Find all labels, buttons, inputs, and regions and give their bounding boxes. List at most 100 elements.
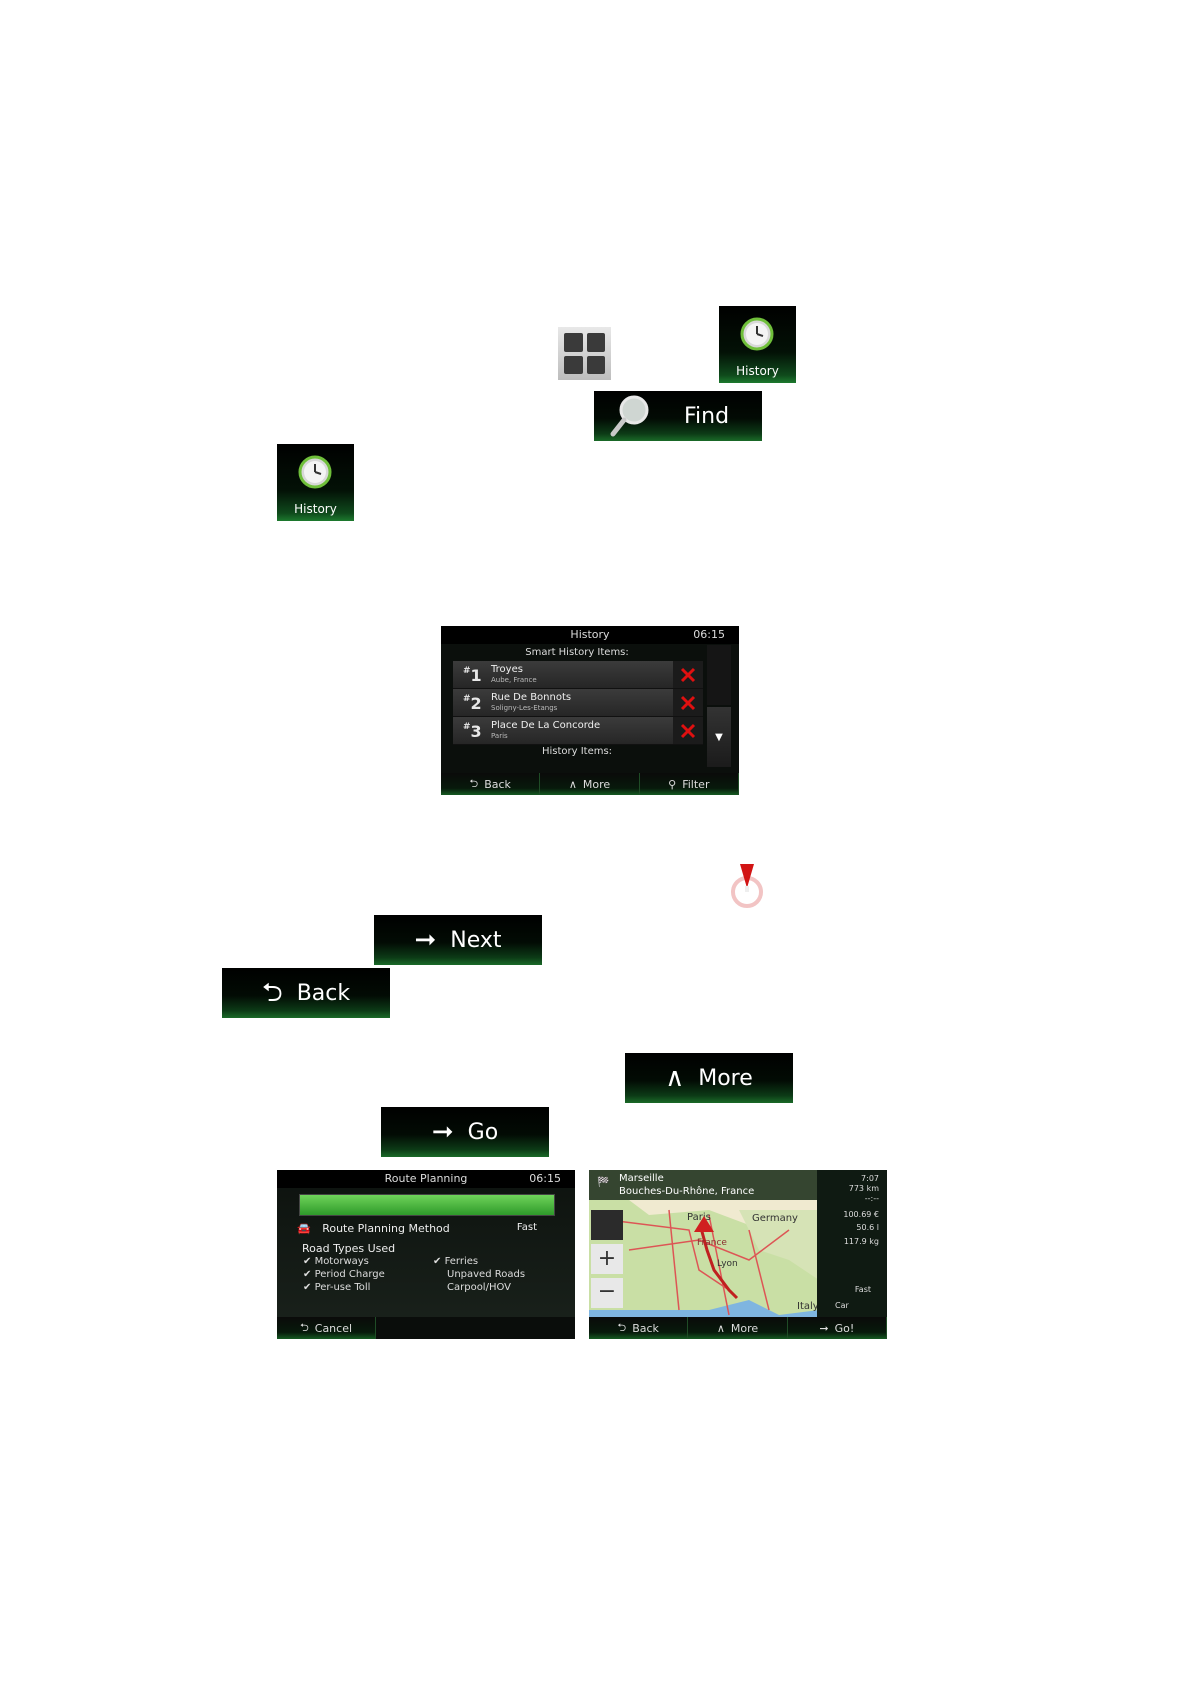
route-method-row[interactable]: 🚘 Route Planning Method Fast bbox=[297, 1222, 555, 1235]
list-item: ✔ Motorways bbox=[303, 1256, 369, 1267]
position-arrow-icon bbox=[694, 1216, 714, 1232]
distance-remaining: 773 km bbox=[848, 1184, 879, 1193]
list-item: ✔ Ferries bbox=[433, 1256, 479, 1267]
go-button[interactable]: ➞ Go bbox=[381, 1107, 549, 1157]
arrow-right-icon: ➞ bbox=[819, 1321, 829, 1335]
zoom-in-button[interactable]: + bbox=[591, 1244, 623, 1274]
next-label: Next bbox=[450, 927, 502, 953]
rank-number: #1 bbox=[463, 666, 482, 685]
delete-icon[interactable] bbox=[673, 689, 703, 716]
car-icon: 🚘 bbox=[297, 1222, 311, 1235]
back-arrow-icon: ⮌ bbox=[261, 978, 283, 1008]
find-button[interactable]: Find bbox=[594, 391, 762, 441]
more-label: More bbox=[698, 1065, 753, 1091]
item-subtitle: Aube, France bbox=[491, 676, 537, 684]
progress-bar bbox=[299, 1194, 555, 1216]
history-screen: History 06:15 Smart History Items: #1 Tr… bbox=[441, 626, 739, 795]
bottom-bar: ⮌ Back ∧ More ⚲ Filter bbox=[441, 773, 739, 795]
bottom-bar: ⮌ Cancel bbox=[277, 1317, 575, 1339]
scroll-up-button[interactable] bbox=[707, 645, 731, 705]
route-planning-screen: Route Planning 06:15 🚘 Route Planning Me… bbox=[277, 1170, 575, 1339]
zoom-out-button[interactable]: − bbox=[591, 1278, 623, 1308]
section-header: Smart History Items: bbox=[525, 647, 629, 658]
back-icon: ⮌ bbox=[299, 1320, 309, 1334]
stats-panel: 7:07 773 km --:-- 100.69 € 50.6 l 117.9 … bbox=[817, 1170, 887, 1317]
more-button[interactable]: ∧ More bbox=[540, 773, 640, 795]
chevron-up-icon: ∧ bbox=[716, 1321, 725, 1335]
clock-icon bbox=[298, 455, 332, 489]
back-button[interactable]: ⮌ Back bbox=[222, 968, 390, 1018]
delete-icon[interactable] bbox=[673, 661, 703, 688]
item-subtitle: Soligny-Les-Etangs bbox=[491, 704, 558, 712]
rank-number: #3 bbox=[463, 722, 482, 741]
more-button[interactable]: ∧ More bbox=[625, 1053, 793, 1103]
map-label-france: France bbox=[697, 1238, 727, 1248]
delete-icon[interactable] bbox=[673, 717, 703, 744]
list-item[interactable]: #3 Place De La Concorde Paris bbox=[453, 717, 703, 745]
map-pin-icon bbox=[731, 864, 763, 908]
menu-grid-icon[interactable] bbox=[558, 327, 611, 380]
bar-spacer bbox=[376, 1317, 575, 1339]
back-icon: ⮌ bbox=[617, 1320, 627, 1334]
clock-time: 06:15 bbox=[529, 1172, 561, 1185]
left-road-list: ✔ Motorways ✔ Period Charge ✔ Per-use To… bbox=[303, 1255, 385, 1294]
back-label: Back bbox=[632, 1321, 659, 1335]
more-button[interactable]: ∧ More bbox=[688, 1317, 788, 1339]
clock-icon bbox=[740, 317, 774, 351]
checkered-flag-icon: 🏁 bbox=[597, 1177, 610, 1188]
history-title-bar: History 06:15 bbox=[441, 626, 739, 644]
chevron-up-icon: ∧ bbox=[665, 1063, 685, 1093]
list-item: ✔ Period Charge bbox=[303, 1269, 385, 1280]
item-name: Rue De Bonnots bbox=[491, 692, 572, 703]
history-tile-button[interactable]: History bbox=[277, 444, 354, 521]
cancel-button[interactable]: ⮌ Cancel bbox=[277, 1317, 376, 1339]
map-label-germany: Germany bbox=[752, 1213, 798, 1224]
layer-toggle-button[interactable] bbox=[591, 1210, 623, 1240]
history-tile-label: History bbox=[736, 364, 779, 378]
filter-button[interactable]: ⚲ Filter bbox=[639, 773, 739, 795]
filter-label: Filter bbox=[682, 777, 710, 791]
more-label: More bbox=[730, 1321, 759, 1335]
history-tile-button[interactable]: History bbox=[719, 306, 796, 383]
fuel-used: 50.6 l bbox=[856, 1223, 879, 1232]
clock-time: 06:15 bbox=[693, 628, 725, 641]
more-label: More bbox=[582, 777, 611, 791]
go-label: Go bbox=[467, 1119, 499, 1145]
back-label: Back bbox=[484, 777, 511, 791]
road-types-title: Road Types Used bbox=[302, 1242, 396, 1255]
arrow-right-icon: ➞ bbox=[431, 1117, 454, 1147]
go-label: Go! bbox=[834, 1321, 855, 1335]
route-mode: Fast bbox=[854, 1285, 871, 1294]
eta: --:-- bbox=[864, 1194, 879, 1203]
chevron-up-icon: ∧ bbox=[568, 777, 577, 791]
back-label: Back bbox=[296, 980, 351, 1006]
item-subtitle: Paris bbox=[491, 732, 508, 740]
map-label-italy: Italy bbox=[797, 1301, 817, 1312]
grid-cell bbox=[586, 333, 605, 352]
list-item[interactable]: #2 Rue De Bonnots Soligny-Les-Etangs bbox=[453, 689, 703, 717]
back-icon: ⮌ bbox=[469, 776, 479, 790]
grid-cell bbox=[564, 333, 583, 352]
list-item: Carpool/HOV bbox=[447, 1282, 512, 1293]
back-button[interactable]: ⮌ Back bbox=[589, 1317, 689, 1339]
destination-region: Bouches-Du-Rhône, France bbox=[619, 1186, 755, 1197]
search-icon: ⚲ bbox=[668, 777, 677, 791]
list-item[interactable]: #1 Troyes Aube, France bbox=[453, 661, 703, 689]
right-road-list: ✔ Ferries Unpaved Roads Carpool/HOV bbox=[433, 1255, 525, 1294]
map-screen: 🏁 Marseille Bouches-Du-Rhône, France Par… bbox=[589, 1170, 887, 1339]
next-button[interactable]: ➞ Next bbox=[374, 915, 542, 965]
go-button[interactable]: ➞ Go! bbox=[787, 1317, 887, 1339]
method-label: Route Planning Method bbox=[322, 1222, 450, 1235]
destination-header: 🏁 Marseille Bouches-Du-Rhône, France bbox=[589, 1170, 817, 1200]
rank-number: #2 bbox=[463, 694, 482, 713]
arrow-right-icon: ➞ bbox=[414, 925, 437, 955]
method-value: Fast bbox=[516, 1222, 537, 1233]
scroll-down-button[interactable]: ▼ bbox=[707, 707, 731, 767]
back-button[interactable]: ⮌ Back bbox=[441, 773, 541, 795]
grid-cell bbox=[586, 355, 605, 374]
trip-cost: 100.69 € bbox=[843, 1210, 879, 1219]
section-header: History Items: bbox=[541, 746, 613, 757]
bottom-bar: ⮌ Back ∧ More ➞ Go! bbox=[589, 1317, 887, 1339]
history-tile-label: History bbox=[294, 502, 337, 516]
destination-name: Marseille bbox=[619, 1173, 664, 1184]
